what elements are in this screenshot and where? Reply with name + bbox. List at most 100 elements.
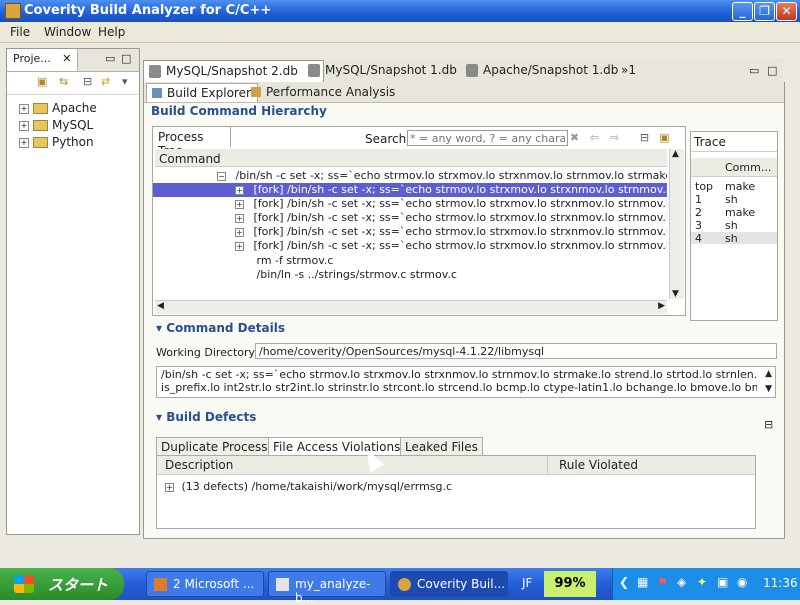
trace-row[interactable]: 2 make xyxy=(691,206,777,219)
tree-row[interactable]: rm -f strmov.c xyxy=(153,254,667,268)
project-tab[interactable]: Proje... ✕ xyxy=(7,49,79,71)
expand-icon[interactable]: + xyxy=(19,137,29,148)
clear-search-icon[interactable]: ✖ xyxy=(569,132,580,143)
section-title-command-details[interactable]: ▾ Command Details xyxy=(156,321,285,335)
volume-icon[interactable]: ◈ xyxy=(677,575,686,589)
close-button[interactable]: ✕ xyxy=(776,2,797,21)
language-indicator[interactable]: JF xyxy=(522,576,532,590)
maximize-icon[interactable]: □ xyxy=(121,52,131,65)
minimize-icon[interactable]: ⊟ xyxy=(764,418,773,431)
vertical-scrollbar[interactable]: ▲ ▼ xyxy=(669,149,684,299)
clock[interactable]: 11:36 xyxy=(763,576,798,590)
menu-window[interactable]: Window xyxy=(44,25,91,39)
taskbar-item-microsoft[interactable]: 2 Microsoft ... xyxy=(146,571,264,597)
update-icon[interactable]: ✦ xyxy=(697,575,707,589)
table-row[interactable]: + (13 defects) /home/takaishi/work/mysql… xyxy=(165,480,452,493)
tab-process-tree[interactable]: Process Tree xyxy=(153,127,231,158)
link-icon[interactable]: ⇆ xyxy=(59,75,68,88)
sync-icon[interactable]: ⇄ xyxy=(101,75,110,88)
scroll-up-icon[interactable]: ▲ xyxy=(765,368,772,381)
power-icon[interactable]: ▣ xyxy=(717,575,728,589)
tab-apache-snapshot-1[interactable]: Apache/Snapshot 1.db xyxy=(461,60,624,82)
scroll-up-icon[interactable]: ▲ xyxy=(672,149,679,159)
menu-help[interactable]: Help xyxy=(98,25,125,39)
tab-file-access-violations[interactable]: File Access Violations xyxy=(268,437,406,455)
working-directory-field[interactable]: /home/coverity/OpenSources/mysql-4.1.22/… xyxy=(255,343,777,359)
project-item-apache[interactable]: + Apache xyxy=(19,101,97,117)
tree-row-selected[interactable]: + [fork] /bin/sh -c set -x; ss=`echo str… xyxy=(153,183,667,197)
tab-leaked-files[interactable]: Leaked Files xyxy=(400,437,483,455)
view-menu-icon[interactable]: ▾ xyxy=(122,75,128,88)
expand-icon[interactable]: + xyxy=(235,213,244,223)
trace-row[interactable]: 3 sh xyxy=(691,219,777,232)
folder-icon xyxy=(33,137,48,148)
expand-icon[interactable]: + xyxy=(235,227,244,237)
tray-app-icon[interactable]: ◉ xyxy=(737,575,747,589)
security-icon[interactable]: ⚑ xyxy=(657,575,668,589)
tab-performance-analysis[interactable]: Performance Analysis xyxy=(246,83,401,102)
search-input[interactable] xyxy=(407,130,568,146)
trace-row[interactable]: 4 sh xyxy=(691,232,777,245)
collapse-triangle-icon[interactable]: ▾ xyxy=(156,321,162,335)
title-bar[interactable]: Coverity Build Analyzer for C/C++ _ ❐ ✕ xyxy=(0,0,800,22)
column-header-command[interactable]: Command xyxy=(155,149,667,167)
trace-title[interactable]: Trace xyxy=(691,132,777,152)
tab-overflow[interactable]: »1 xyxy=(613,60,642,82)
next-icon[interactable]: ⇨ xyxy=(609,132,620,143)
scroll-down-icon[interactable]: ▼ xyxy=(765,383,772,396)
scroll-left-icon[interactable]: ◀ xyxy=(157,301,164,311)
tab-build-explorer[interactable]: Build Explorer xyxy=(146,83,258,102)
minimize-button[interactable]: _ xyxy=(732,2,753,21)
menu-file[interactable]: File xyxy=(10,25,30,39)
column-header-rule-violated[interactable]: Rule Violated xyxy=(559,458,638,472)
collapse-triangle-icon[interactable]: ▾ xyxy=(156,410,162,424)
expand-icon[interactable]: + xyxy=(235,185,244,195)
project-item-python[interactable]: + Python xyxy=(19,135,94,151)
horizontal-scrollbar[interactable]: ◀ ▶ xyxy=(155,300,667,314)
trace-row[interactable]: 1 sh xyxy=(691,193,777,206)
tree-row[interactable]: + [fork] /bin/sh -c set -x; ss=`echo str… xyxy=(153,239,667,253)
expand-icon[interactable]: + xyxy=(235,199,244,209)
maximize-button[interactable]: ❐ xyxy=(754,2,775,21)
taskbar-item-my-analyze[interactable]: my_analyze-b... xyxy=(268,571,386,605)
tree-row[interactable]: + [fork] /bin/sh -c set -x; ss=`echo str… xyxy=(153,197,667,211)
command-text-area[interactable]: /bin/sh -c set -x; ss=`echo strmov.lo st… xyxy=(156,366,776,398)
maximize-icon[interactable]: □ xyxy=(767,64,777,77)
tree-row[interactable]: /bin/ln -s ../strings/strmov.c strmov.c xyxy=(153,268,667,282)
tree-row[interactable]: + [fork] /bin/sh -c set -x; ss=`echo str… xyxy=(153,211,667,225)
section-title-build-defects[interactable]: ▾ Build Defects xyxy=(156,410,256,424)
column-header-trace-command[interactable]: Comm... xyxy=(725,161,771,174)
tab-mysql-snapshot-2[interactable]: MySQL/Snapshot 2.db ✕ xyxy=(143,60,324,82)
expand-icon[interactable]: + xyxy=(235,241,244,251)
trace-level: 3 xyxy=(695,219,702,232)
scroll-down-icon[interactable]: ▼ xyxy=(672,289,679,299)
collapse-icon[interactable]: ⊟ xyxy=(639,132,650,143)
scroll-right-icon[interactable]: ▶ xyxy=(658,301,665,311)
new-folder-icon[interactable]: ▣ xyxy=(37,75,47,88)
collapse-icon[interactable]: − xyxy=(217,171,226,181)
tab-mysql-snapshot-1[interactable]: MySQL/Snapshot 1.db xyxy=(303,60,463,82)
expand-icon[interactable]: + xyxy=(19,103,29,114)
expand-icon[interactable]: + xyxy=(19,120,29,131)
open-folder-icon[interactable]: ▣ xyxy=(659,132,670,143)
battery-indicator[interactable]: 99% xyxy=(544,571,596,597)
expand-icon[interactable]: + xyxy=(165,482,174,492)
previous-icon[interactable]: ⇦ xyxy=(589,132,600,143)
trace-row[interactable]: top make xyxy=(691,180,777,193)
close-icon[interactable]: ✕ xyxy=(62,52,71,65)
tab-duplicate-processes[interactable]: Duplicate Processes xyxy=(156,437,287,455)
minimize-icon[interactable]: ▭ xyxy=(105,52,115,65)
column-header-description[interactable]: Description xyxy=(165,458,233,472)
tab-label: MySQL/Snapshot 1.db xyxy=(325,63,457,77)
network-icon[interactable]: ▦ xyxy=(637,575,648,589)
start-button[interactable]: スタート xyxy=(0,568,124,600)
section-title-hierarchy: Build Command Hierarchy xyxy=(151,104,327,118)
expand-tray-icon[interactable]: ❮ xyxy=(619,575,629,589)
tree-row[interactable]: + [fork] /bin/sh -c set -x; ss=`echo str… xyxy=(153,225,667,239)
project-item-mysql[interactable]: + MySQL xyxy=(19,118,93,134)
collapse-icon[interactable]: ⊟ xyxy=(83,75,92,88)
minimize-icon[interactable]: ▭ xyxy=(749,64,759,77)
search-label: Search: xyxy=(365,132,411,146)
tree-row[interactable]: − /bin/sh -c set -x; ss=`echo strmov.lo … xyxy=(153,169,667,183)
taskbar-item-coverity[interactable]: Coverity Buil... xyxy=(390,571,508,597)
